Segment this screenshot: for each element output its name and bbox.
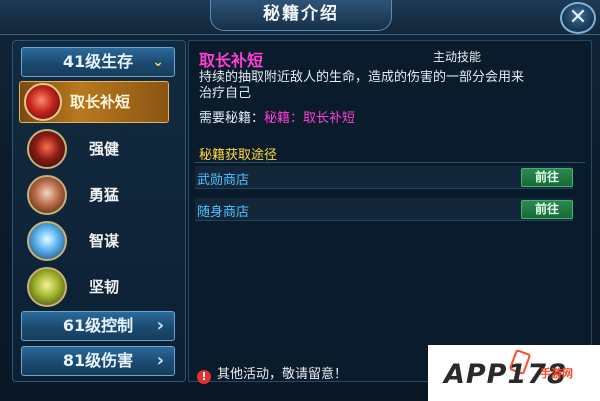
dialog-title: 秘籍介绍: [210, 0, 392, 31]
green-shield-gem-icon: [27, 267, 67, 307]
title-bar: 秘籍介绍 ✕: [0, 0, 600, 35]
skill-label: 取长补短: [70, 93, 131, 111]
category-61-control[interactable]: 61级控制 ›: [21, 311, 175, 341]
skill-label: 勇猛: [89, 186, 120, 204]
source-name: 武勋商店: [197, 173, 250, 188]
red-swirl-icon: [24, 83, 62, 121]
requirement: 需要秘籍：秘籍：取长补短: [199, 107, 355, 126]
watermark-subtext: 手游网: [540, 367, 573, 380]
notice-text: 其他活动，敬请留意！: [217, 367, 348, 382]
category-label: 41级生存: [62, 52, 134, 71]
skill-description: 持续的抽取附近敌人的生命，造成的伤害的一部分会用来治疗自己: [199, 70, 525, 101]
sources-title: 秘籍获取途径: [199, 148, 278, 163]
blue-orb-icon: [27, 221, 67, 261]
watermark: APP178 手游网: [428, 345, 600, 401]
skill-item-selected[interactable]: 取长补短: [19, 81, 169, 123]
warning-icon: !: [197, 370, 211, 384]
close-button[interactable]: ✕: [560, 2, 596, 34]
requirement-label: 需要秘籍：: [199, 111, 265, 126]
category-81-damage[interactable]: 81级伤害 ›: [21, 346, 175, 376]
skill-item-wisdom[interactable]: 智谋: [23, 221, 173, 261]
chevron-right-icon: ›: [156, 350, 164, 371]
skill-list-panel: 41级生存 ⌄ 取长补短 强健 勇猛 智谋 坚韧 61级控制 › 81级伤害 ›: [12, 40, 186, 382]
fist-icon: [27, 175, 67, 215]
category-label: 61级控制: [62, 316, 134, 335]
category-41-survival[interactable]: 41级生存 ⌄: [21, 47, 175, 77]
chevron-right-icon: ›: [156, 315, 164, 336]
game-dialog: 秘籍介绍 ✕ 41级生存 ⌄ 取长补短 强健 勇猛 智谋 坚韧 61级控制 › …: [0, 0, 600, 401]
category-label: 81级伤害: [62, 351, 134, 370]
chevron-down-icon: ⌄: [152, 54, 164, 70]
skill-item-brave[interactable]: 勇猛: [23, 175, 173, 215]
skill-label: 坚韧: [89, 278, 120, 296]
source-row: 随身商店 前往: [195, 198, 573, 221]
skill-label: 强健: [89, 140, 120, 158]
go-button[interactable]: 前往: [521, 200, 573, 219]
skill-item-tough[interactable]: 坚韧: [23, 267, 173, 307]
skill-detail-panel: 取长补短 主动技能 持续的抽取附近敌人的生命，造成的伤害的一部分会用来治疗自己 …: [188, 40, 592, 384]
source-name: 随身商店: [197, 205, 250, 220]
notice: ! 其他活动，敬请留意！: [197, 363, 347, 384]
go-button[interactable]: 前往: [521, 168, 573, 187]
skill-item-strong[interactable]: 强健: [23, 129, 173, 169]
skill-label: 智谋: [89, 232, 120, 250]
divider: [195, 162, 585, 163]
skill-type: 主动技能: [433, 50, 482, 64]
armored-warrior-icon: [27, 129, 67, 169]
skill-name: 取长补短: [199, 51, 264, 70]
source-row: 武勋商店 前往: [195, 166, 573, 189]
close-icon: ✕: [568, 5, 588, 30]
requirement-value: 秘籍：取长补短: [264, 111, 356, 126]
